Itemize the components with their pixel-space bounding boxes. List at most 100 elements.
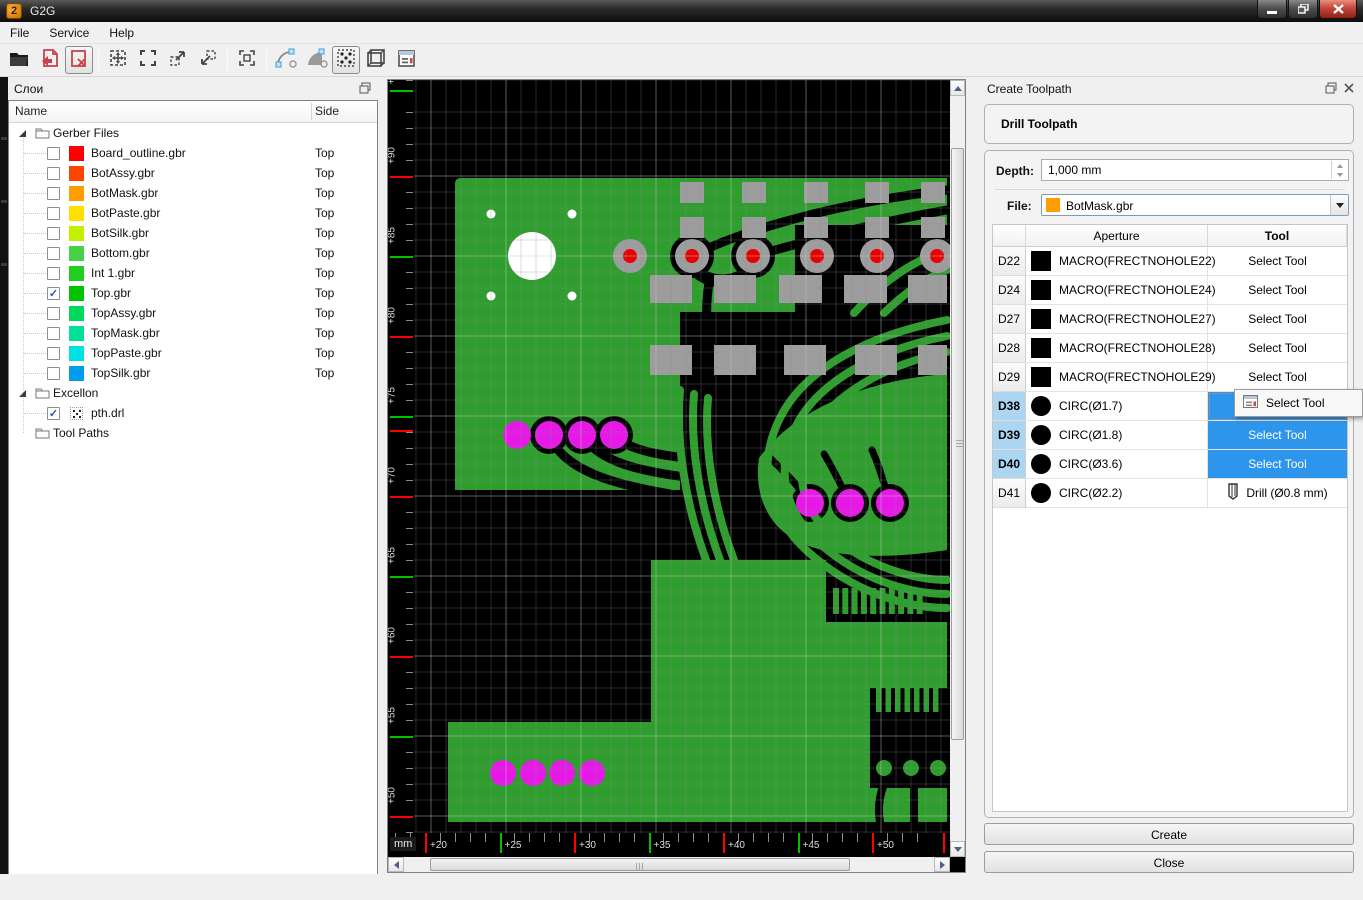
zoom-fit-button[interactable] bbox=[104, 46, 132, 74]
row-header[interactable]: D28 bbox=[993, 334, 1026, 363]
row-header[interactable]: D41 bbox=[993, 479, 1026, 508]
spin-up-icon[interactable] bbox=[1332, 161, 1347, 170]
tree-item-botmask-gbr[interactable]: BotMask.gbr Top bbox=[9, 183, 377, 203]
tree-item-botassy-gbr[interactable]: BotAssy.gbr Top bbox=[9, 163, 377, 183]
minimize-button[interactable] bbox=[1257, 0, 1287, 19]
close-toolpath-button[interactable]: Close bbox=[984, 851, 1354, 873]
aperture-cell[interactable]: MACRO(FRECTNOHOLE27) bbox=[1026, 305, 1216, 334]
row-header[interactable]: D24 bbox=[993, 276, 1026, 305]
close-button[interactable] bbox=[1319, 0, 1357, 19]
tree-item-bottom-gbr[interactable]: Bottom.gbr Top bbox=[9, 243, 377, 263]
checkbox-unchecked[interactable] bbox=[47, 147, 60, 160]
checkbox-unchecked[interactable] bbox=[47, 327, 60, 340]
tool-cell-select-tool[interactable]: Select Tool bbox=[1208, 276, 1347, 305]
row-header[interactable]: D40 bbox=[993, 450, 1026, 479]
layers-column-header[interactable]: Name Side bbox=[9, 101, 377, 123]
drill-points-button[interactable] bbox=[332, 46, 360, 74]
aperture-cell[interactable]: MACRO(FRECTNOHOLE29) bbox=[1026, 363, 1216, 392]
tool-cell-select-tool[interactable]: Select Tool bbox=[1208, 363, 1347, 392]
tree-folder-tool-paths[interactable]: Tool Paths bbox=[9, 423, 377, 443]
aperture-cell[interactable]: CIRC(Ø3.6) bbox=[1026, 450, 1208, 479]
tree-item-int-1-gbr[interactable]: Int 1.gbr Top bbox=[9, 263, 377, 283]
vertical-scrollbar[interactable] bbox=[950, 80, 965, 857]
row-header[interactable]: D39 bbox=[993, 421, 1026, 450]
horizontal-scrollbar[interactable] bbox=[388, 857, 950, 872]
scroll-down-icon[interactable] bbox=[950, 841, 965, 857]
menu-help[interactable]: Help bbox=[99, 23, 144, 43]
aperture-cell[interactable]: MACRO(FRECTNOHOLE22) bbox=[1026, 247, 1216, 276]
table-column-tool[interactable]: Tool bbox=[1208, 225, 1347, 247]
checkbox-checked[interactable]: ✓ bbox=[47, 407, 60, 420]
zoom-out-button[interactable] bbox=[194, 46, 222, 74]
float-panel-icon[interactable] bbox=[359, 82, 373, 96]
arc-fill-tool-button[interactable] bbox=[302, 46, 330, 74]
table-column-rowheader[interactable] bbox=[993, 225, 1026, 247]
tree-item-topsilk-gbr[interactable]: TopSilk.gbr Top bbox=[9, 363, 377, 383]
checkbox-unchecked[interactable] bbox=[47, 307, 60, 320]
tool-cell-select-tool[interactable]: Select Tool bbox=[1208, 334, 1347, 363]
aperture-cell[interactable]: MACRO(FRECTNOHOLE28) bbox=[1026, 334, 1216, 363]
checkbox-checked[interactable]: ✓ bbox=[47, 287, 60, 300]
checkbox-unchecked[interactable] bbox=[47, 187, 60, 200]
tree-item-botpaste-gbr[interactable]: BotPaste.gbr Top bbox=[9, 203, 377, 223]
spin-down-icon[interactable] bbox=[1332, 170, 1347, 179]
checkbox-unchecked[interactable] bbox=[47, 267, 60, 280]
checkbox-unchecked[interactable] bbox=[47, 347, 60, 360]
tool-cell-select-tool[interactable]: Select Tool bbox=[1208, 450, 1347, 479]
checkbox-unchecked[interactable] bbox=[47, 247, 60, 260]
row-header[interactable]: D38 bbox=[993, 392, 1026, 421]
aperture-cell[interactable]: MACRO(FRECTNOHOLE24) bbox=[1026, 276, 1216, 305]
import-gerber-button[interactable] bbox=[35, 46, 63, 74]
scroll-up-icon[interactable] bbox=[950, 80, 965, 96]
checkbox-unchecked[interactable] bbox=[47, 367, 60, 380]
horizontal-scroll-thumb[interactable] bbox=[430, 858, 850, 871]
depth-input[interactable]: 1,000 mm bbox=[1041, 159, 1349, 181]
tool-cell-select-tool[interactable]: Select Tool bbox=[1208, 247, 1347, 276]
tool-cell-select-tool[interactable]: Select Tool bbox=[1208, 421, 1347, 450]
menu-file[interactable]: File bbox=[0, 23, 39, 43]
create-button[interactable]: Create bbox=[984, 823, 1354, 845]
snap-markers-button[interactable] bbox=[233, 46, 261, 74]
pcb-viewport[interactable] bbox=[414, 79, 954, 833]
open-file-button[interactable] bbox=[5, 46, 33, 74]
tool-cell-select-tool[interactable]: Select Tool bbox=[1208, 305, 1347, 334]
close-panel-icon[interactable] bbox=[1343, 82, 1357, 96]
tree-item-top-gbr[interactable]: ✓ Top.gbr Top bbox=[9, 283, 377, 303]
close-file-button[interactable] bbox=[65, 46, 93, 74]
checkbox-unchecked[interactable] bbox=[47, 207, 60, 220]
aperture-cell[interactable]: CIRC(Ø1.8) bbox=[1026, 421, 1208, 450]
depth-spinner[interactable] bbox=[1331, 161, 1347, 179]
checkbox-unchecked[interactable] bbox=[47, 227, 60, 240]
file-dropdown[interactable]: BotMask.gbr bbox=[1041, 194, 1349, 216]
arc-tool-button[interactable] bbox=[272, 46, 300, 74]
zoom-window-button[interactable] bbox=[134, 46, 162, 74]
popup-select-tool-label[interactable]: Select Tool bbox=[1266, 396, 1324, 410]
menu-service[interactable]: Service bbox=[39, 23, 99, 43]
board-3d-button[interactable] bbox=[362, 46, 390, 74]
scroll-left-icon[interactable] bbox=[388, 857, 404, 872]
zoom-in-button[interactable] bbox=[164, 46, 192, 74]
vertical-scroll-thumb[interactable] bbox=[951, 148, 964, 740]
tree-folder-gerber-files[interactable]: Gerber Files bbox=[9, 123, 377, 143]
row-header[interactable]: D27 bbox=[993, 305, 1026, 334]
row-header[interactable]: D22 bbox=[993, 247, 1026, 276]
expander-icon[interactable] bbox=[19, 130, 26, 137]
tree-item-topassy-gbr[interactable]: TopAssy.gbr Top bbox=[9, 303, 377, 323]
tree-item-topmask-gbr[interactable]: TopMask.gbr Top bbox=[9, 323, 377, 343]
dropdown-arrow-icon[interactable] bbox=[1330, 195, 1348, 215]
float-panel-icon[interactable] bbox=[1325, 82, 1339, 96]
expander-icon[interactable] bbox=[19, 390, 26, 397]
table-column-aperture[interactable]: Aperture bbox=[1026, 225, 1208, 247]
checkbox-unchecked[interactable] bbox=[47, 167, 60, 180]
tree-item-pth-drl[interactable]: ✓ pth.drl bbox=[9, 403, 377, 423]
tree-item-toppaste-gbr[interactable]: TopPaste.gbr Top bbox=[9, 343, 377, 363]
restore-button[interactable] bbox=[1288, 0, 1318, 19]
aperture-cell[interactable]: CIRC(Ø1.7) bbox=[1026, 392, 1208, 421]
tree-folder-excellon[interactable]: Excellon bbox=[9, 383, 377, 403]
tool-cell-drill[interactable]: Drill (Ø0.8 mm) bbox=[1208, 479, 1347, 508]
scroll-right-icon[interactable] bbox=[934, 857, 950, 872]
select-tool-popup[interactable]: Select Tool bbox=[1234, 389, 1363, 417]
aperture-cell[interactable]: CIRC(Ø2.2) bbox=[1026, 479, 1208, 508]
properties-button[interactable] bbox=[392, 46, 420, 74]
tree-item-botsilk-gbr[interactable]: BotSilk.gbr Top bbox=[9, 223, 377, 243]
